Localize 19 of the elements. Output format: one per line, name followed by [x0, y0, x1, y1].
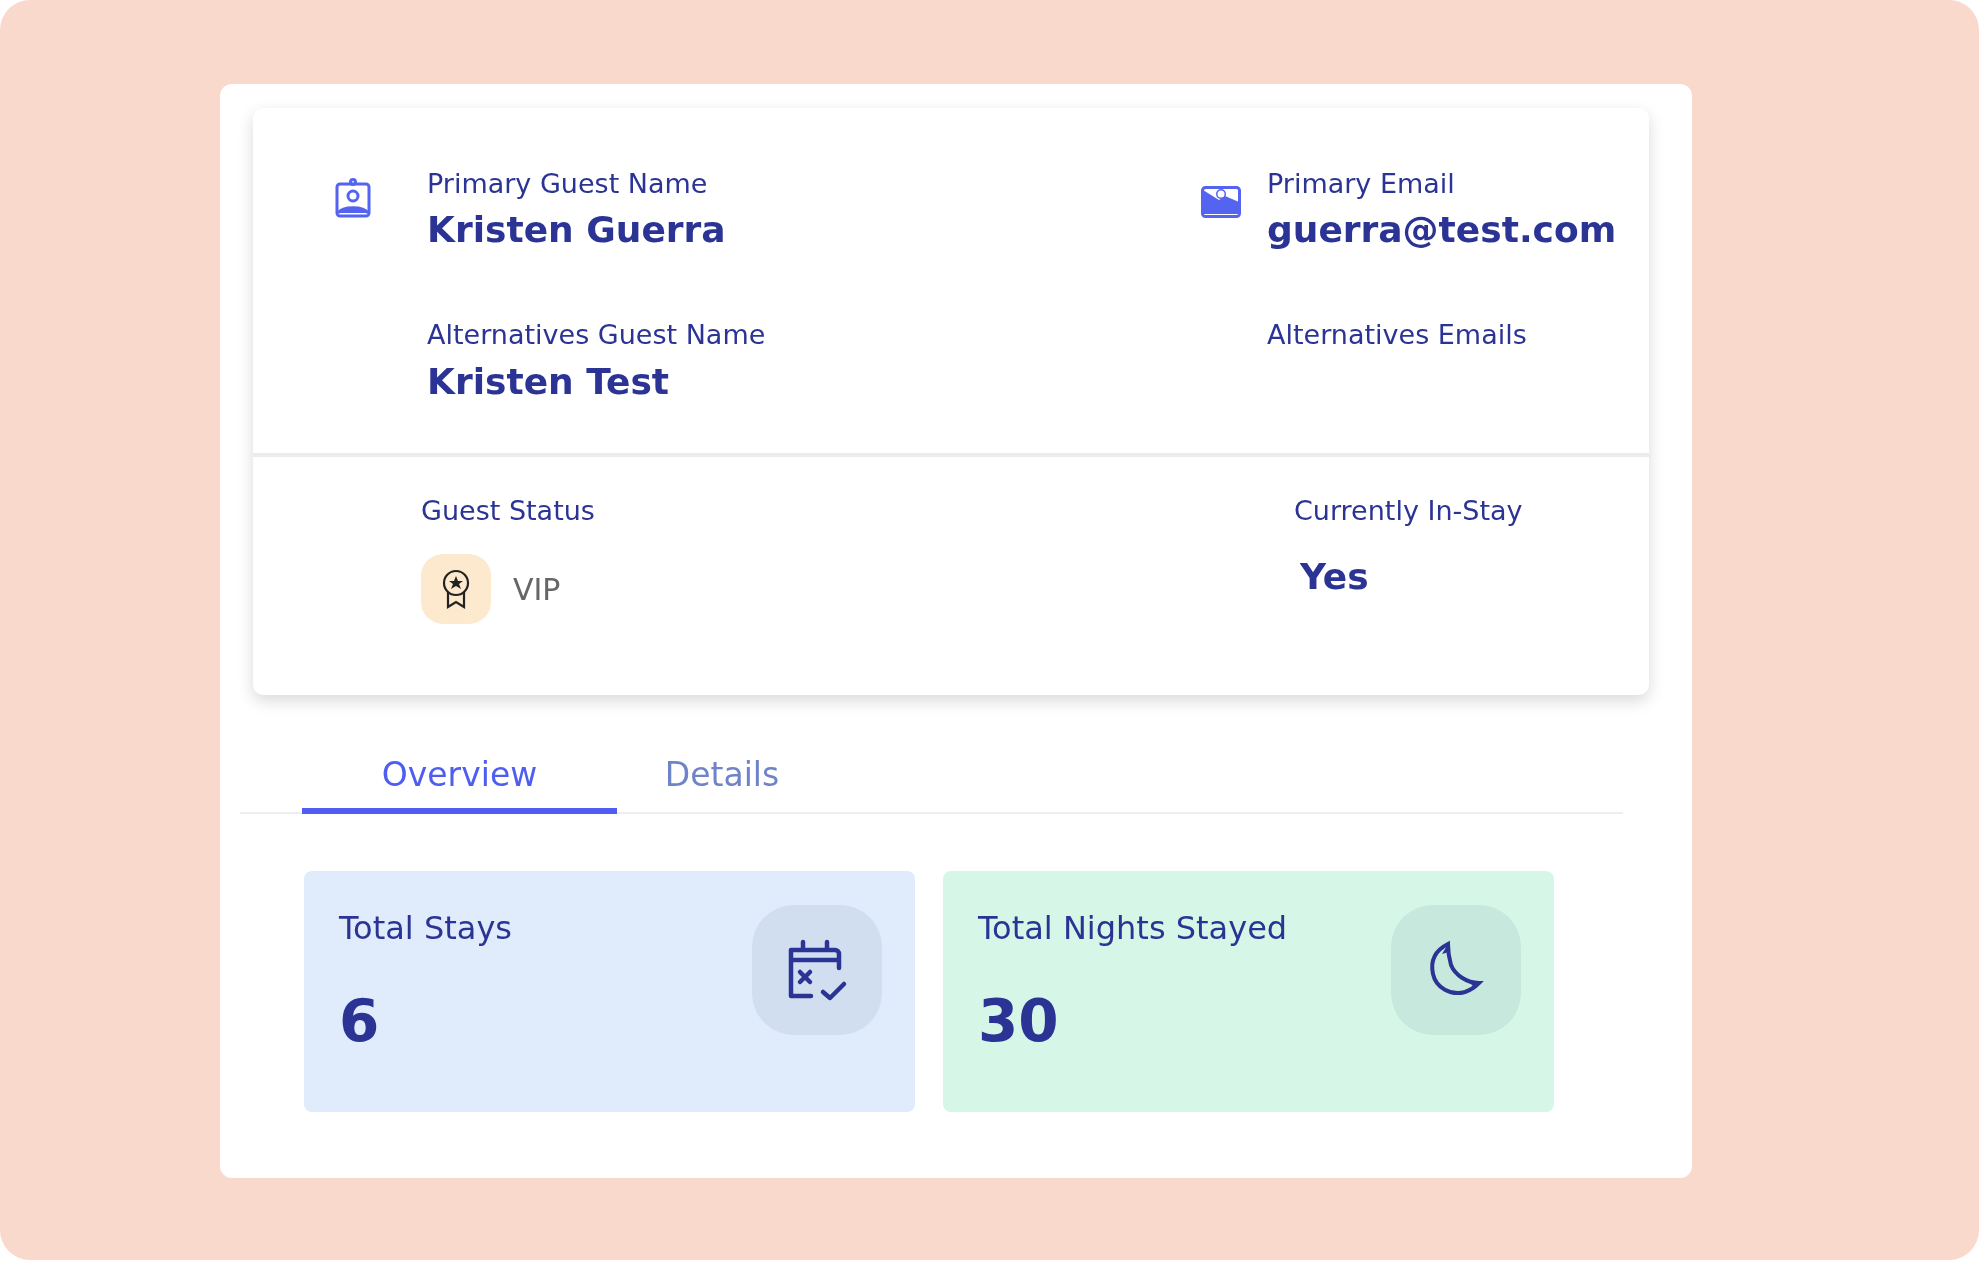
id-badge-icon	[335, 178, 371, 218]
field-label: Primary Email	[1267, 167, 1455, 201]
stat-value: 6	[339, 987, 380, 1055]
stat-label: Total Nights Stayed	[978, 909, 1288, 947]
field-label: Alternatives Guest Name	[427, 318, 766, 353]
field-value: Yes	[1300, 555, 1369, 600]
field-label: Currently In-Stay	[1294, 494, 1523, 528]
stat-label: Total Stays	[339, 909, 512, 947]
stat-value: 30	[978, 987, 1059, 1055]
field-label: Primary Guest Name	[427, 167, 708, 201]
status-text: VIP	[513, 571, 561, 607]
field-value: Kristen Test	[427, 359, 670, 404]
tab[interactable]: Details	[617, 743, 827, 814]
tab[interactable]: Overview	[302, 743, 617, 814]
field-label: Alternatives Emails	[1267, 318, 1527, 353]
field-label: Guest Status	[421, 494, 595, 528]
field-value: Kristen Guerra	[427, 208, 726, 253]
image-icon	[1201, 186, 1241, 218]
field-value: guerra@test.com	[1267, 208, 1617, 253]
